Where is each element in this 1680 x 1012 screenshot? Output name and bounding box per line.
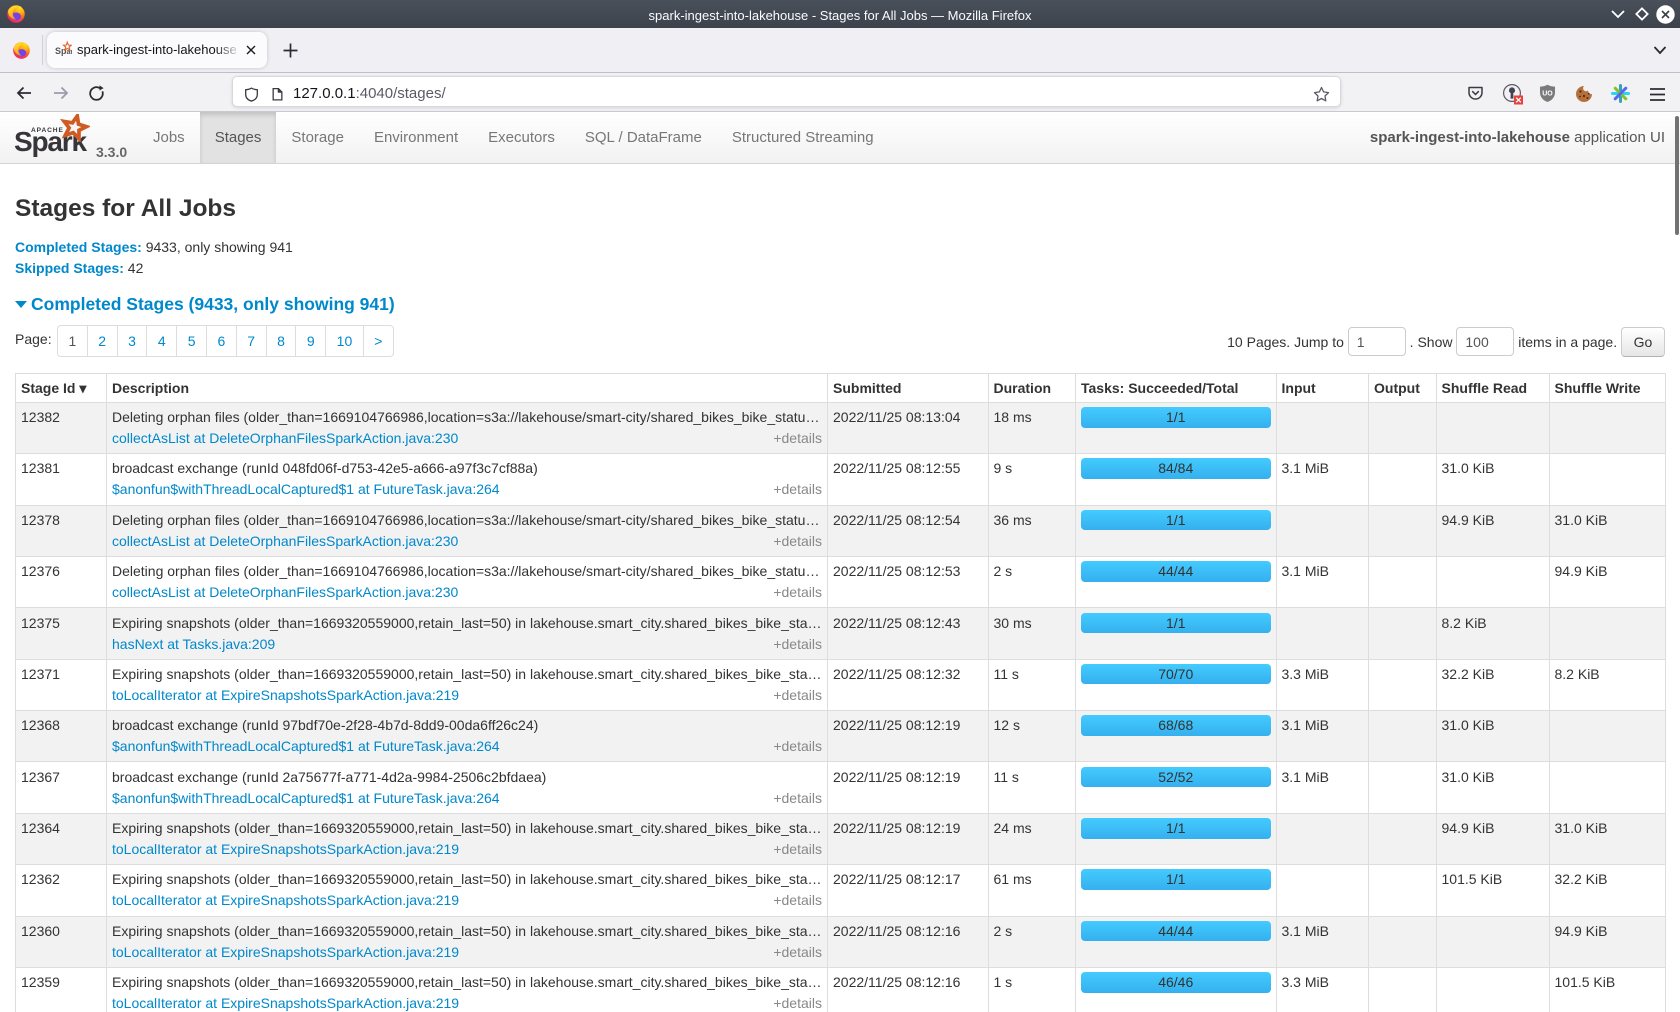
svg-text:UO: UO xyxy=(1542,91,1553,98)
